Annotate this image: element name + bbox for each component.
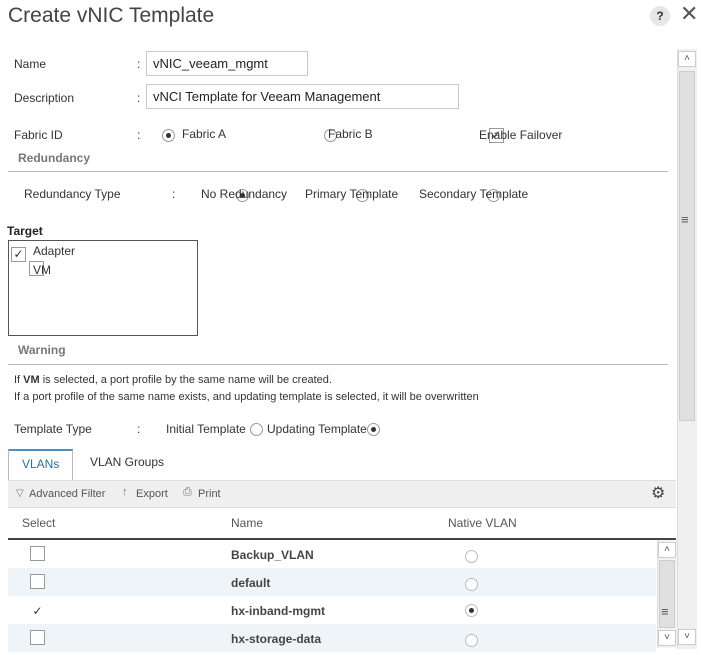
tab-vlans[interactable]: VLANs <box>8 449 73 480</box>
primary-template-label: Primary Template <box>305 187 399 201</box>
updating-template-radio[interactable] <box>367 423 381 436</box>
template-type-label: Template Type <box>14 422 92 436</box>
redundancy-colon: : <box>172 187 176 201</box>
name-label: Name <box>14 57 47 71</box>
no-redundancy-label: No Redundancy <box>201 187 288 201</box>
initial-template-label: Initial Template <box>166 422 246 436</box>
description-colon: : <box>137 91 141 105</box>
row-select-checkbox[interactable] <box>30 630 45 645</box>
scroll-up-icon[interactable]: ˄ <box>678 51 696 67</box>
grid-scroll-grip-icon: ≡ <box>661 604 669 619</box>
row-select-checkbox[interactable]: ✓ <box>30 604 45 619</box>
vlan-name: hx-inband-mgmt <box>231 604 325 618</box>
advanced-filter-button[interactable]: Advanced Filter <box>29 488 105 500</box>
adapter-checkbox[interactable]: ✓ <box>11 247 26 262</box>
scroll-down-icon[interactable]: ˅ <box>678 629 696 645</box>
scroll-thumb[interactable] <box>679 71 695 421</box>
column-header-select: Select <box>22 516 56 530</box>
row-select-checkbox[interactable] <box>30 546 45 561</box>
redundancy-divider <box>8 171 668 172</box>
initial-template-radio[interactable] <box>250 423 264 436</box>
tab-vlan-groups[interactable]: VLAN Groups <box>90 455 164 469</box>
template-type-colon: : <box>137 422 141 436</box>
grid-scroll-up-icon[interactable]: ˄ <box>658 542 676 558</box>
adapter-label: Adapter <box>33 244 76 258</box>
fabric-b-label: Fabric B <box>328 127 373 141</box>
tab-vlans-label: VLANs <box>22 457 60 471</box>
table-row[interactable]: Backup_VLAN <box>8 540 656 568</box>
table-row[interactable]: ✓ hx-inband-mgmt <box>8 596 656 624</box>
enable-failover-label: Enable Failover <box>479 128 563 142</box>
name-colon: : <box>137 57 141 71</box>
dialog-title: Create vNIC Template <box>8 4 215 27</box>
main-scrollbar[interactable]: ˄ ≡ ˅ <box>677 49 697 649</box>
name-input[interactable]: vNIC_veeam_mgmt <box>146 51 308 76</box>
vlan-name: Backup_VLAN <box>231 548 314 562</box>
table-row[interactable]: default <box>8 568 656 596</box>
native-vlan-radio[interactable] <box>465 550 479 563</box>
filter-icon: ▽ <box>16 488 24 499</box>
updating-template-label: Updating Template <box>267 422 367 436</box>
fabric-id-label: Fabric ID <box>14 128 63 142</box>
warning-divider <box>8 364 668 365</box>
native-vlan-radio[interactable] <box>465 634 479 647</box>
column-header-name: Name <box>231 516 264 530</box>
description-label: Description <box>14 91 75 105</box>
redundancy-type-label: Redundancy Type <box>24 187 121 201</box>
close-icon[interactable]: ✕ <box>680 2 698 26</box>
vlan-name: default <box>231 576 271 590</box>
help-icon[interactable]: ? <box>650 6 670 26</box>
gear-icon[interactable]: ⚙ <box>651 483 665 503</box>
vlan-name: hx-storage-data <box>231 632 322 646</box>
print-button[interactable]: Print <box>198 488 221 500</box>
warning-section-title: Warning <box>18 343 66 357</box>
description-input[interactable]: vNCI Template for Veeam Management <box>146 84 459 109</box>
row-select-checkbox[interactable] <box>30 574 45 589</box>
grid-toolbar: ▽ Advanced Filter ↑ Export ⎙ Print ⚙ <box>8 480 676 508</box>
target-label: Target <box>7 224 43 238</box>
native-vlan-radio[interactable] <box>465 604 479 617</box>
fabric-a-label: Fabric A <box>182 127 227 141</box>
column-header-native-vlan: Native VLAN <box>448 516 517 530</box>
table-row[interactable]: hx-storage-data <box>8 624 656 652</box>
print-icon: ⎙ <box>183 486 192 498</box>
vm-label: VM <box>33 263 51 277</box>
grid-scroll-down-icon[interactable]: ˅ <box>658 630 676 646</box>
target-list: ✓ Adapter VM <box>8 240 198 336</box>
warning-line-1: If VM is selected, a port profile by the… <box>14 374 332 386</box>
fabric-colon: : <box>137 128 141 142</box>
native-vlan-radio[interactable] <box>465 578 479 591</box>
fabric-a-radio[interactable] <box>162 129 175 142</box>
export-icon: ↑ <box>122 486 128 498</box>
export-button[interactable]: Export <box>136 488 168 500</box>
grid-scrollbar[interactable]: ˄ ≡ ˅ <box>657 540 677 648</box>
secondary-template-label: Secondary Template <box>419 187 529 201</box>
redundancy-section-title: Redundancy <box>18 151 91 165</box>
scroll-grip-icon: ≡ <box>681 212 689 227</box>
warning-line-2: If a port profile of the same name exist… <box>14 391 479 403</box>
